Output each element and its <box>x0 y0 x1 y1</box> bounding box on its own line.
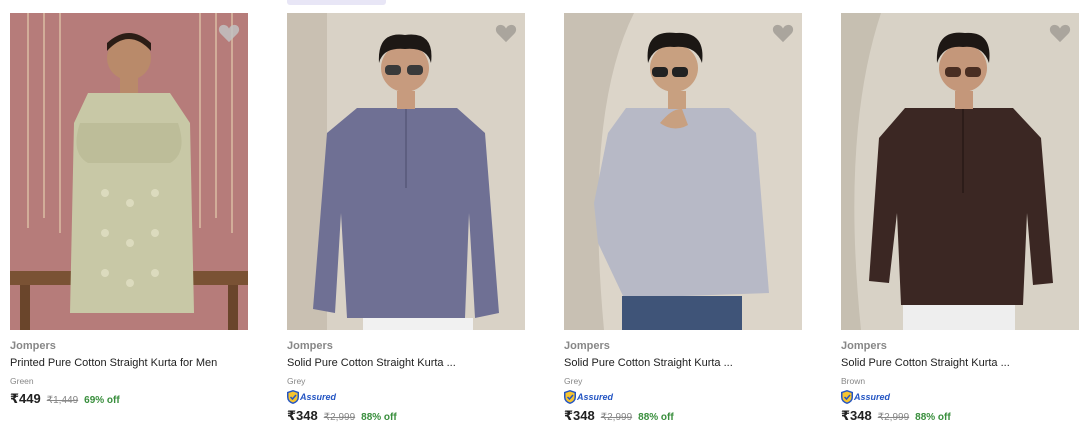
heart-icon[interactable] <box>772 23 794 43</box>
product-card[interactable]: Jompers Solid Pure Cotton Straight Kurta… <box>841 13 1079 426</box>
product-title[interactable]: Solid Pure Cotton Straight Kurta ... <box>287 355 525 371</box>
product-image[interactable] <box>287 13 525 330</box>
assured-label: Assured <box>300 392 337 402</box>
product-price: ₹348 <box>841 408 872 423</box>
assured-label: Assured <box>854 392 891 402</box>
product-color: Brown <box>841 376 866 386</box>
product-price: ₹449 <box>10 391 41 406</box>
heart-icon[interactable] <box>218 23 240 43</box>
heart-icon[interactable] <box>495 23 517 43</box>
product-image[interactable] <box>841 13 1079 330</box>
product-card[interactable]: Jompers Solid Pure Cotton Straight Kurta… <box>564 13 802 426</box>
product-discount: 88% off <box>361 412 397 423</box>
price-row: ₹449 ₹1,449 69% off <box>10 391 248 409</box>
product-color: Green <box>10 376 34 386</box>
price-row: ₹348 ₹2,999 88% off <box>841 408 1079 426</box>
product-color: Grey <box>287 376 306 386</box>
shield-check-icon <box>564 390 576 404</box>
product-brand: Jompers <box>564 340 610 352</box>
price-row: ₹348 ₹2,999 88% off <box>287 408 525 426</box>
product-card[interactable]: Jompers Printed Pure Cotton Straight Kur… <box>10 13 248 409</box>
shield-check-icon <box>287 390 299 404</box>
offer-tag-strip <box>287 0 386 5</box>
product-price: ₹348 <box>287 408 318 423</box>
price-row: ₹348 ₹2,999 88% off <box>564 408 802 426</box>
product-brand: Jompers <box>10 340 56 352</box>
assured-badge: Assured <box>564 389 802 405</box>
product-brand: Jompers <box>287 340 333 352</box>
product-discount: 69% off <box>84 395 120 406</box>
product-mrp: ₹2,999 <box>323 412 356 423</box>
product-image[interactable] <box>564 13 802 330</box>
assured-badge: Assured <box>287 389 525 405</box>
product-discount: 88% off <box>915 412 951 423</box>
product-price: ₹348 <box>564 408 595 423</box>
product-color: Grey <box>564 376 583 386</box>
assured-badge: Assured <box>841 389 1079 405</box>
assured-label: Assured <box>577 392 614 402</box>
product-card[interactable]: Jompers Solid Pure Cotton Straight Kurta… <box>287 13 525 426</box>
product-mrp: ₹2,999 <box>600 412 633 423</box>
product-discount: 88% off <box>638 412 674 423</box>
product-image[interactable] <box>10 13 248 330</box>
product-mrp: ₹1,449 <box>46 395 79 406</box>
heart-icon[interactable] <box>1049 23 1071 43</box>
product-brand: Jompers <box>841 340 887 352</box>
product-title[interactable]: Solid Pure Cotton Straight Kurta ... <box>564 355 802 371</box>
product-title[interactable]: Printed Pure Cotton Straight Kurta for M… <box>10 355 248 371</box>
shield-check-icon <box>841 390 853 404</box>
product-title[interactable]: Solid Pure Cotton Straight Kurta ... <box>841 355 1079 371</box>
product-mrp: ₹2,999 <box>877 412 910 423</box>
